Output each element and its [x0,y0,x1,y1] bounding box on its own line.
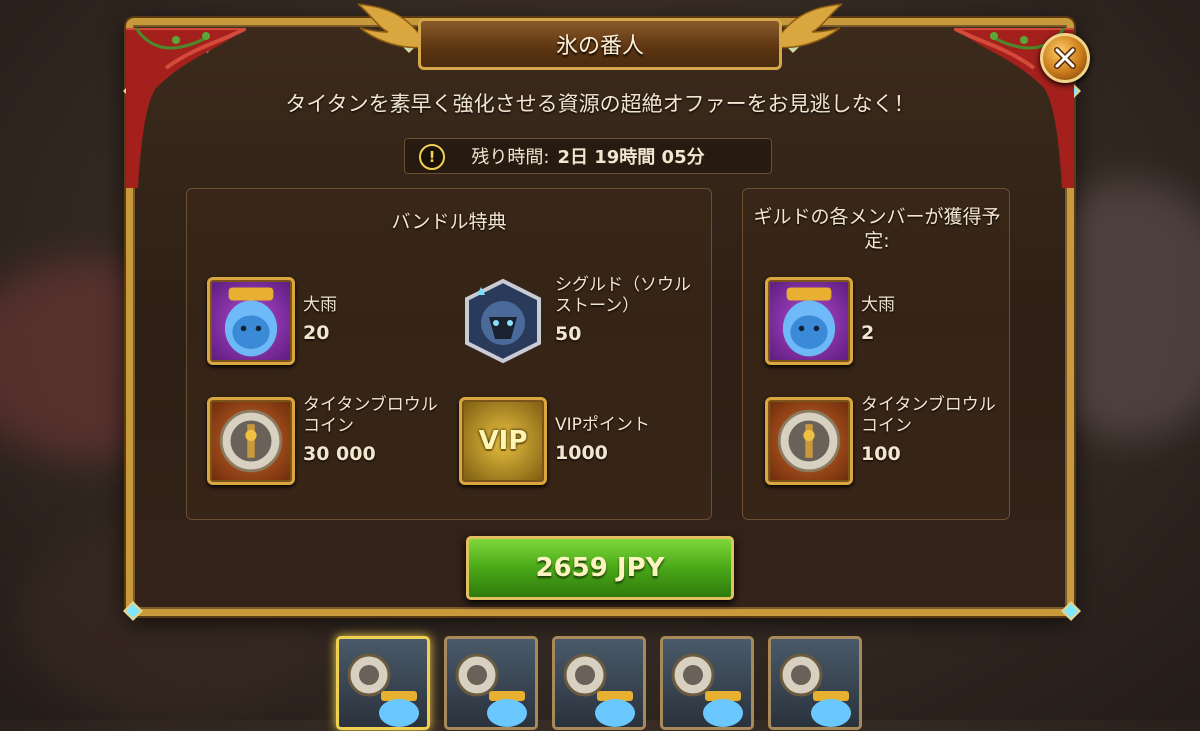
reward-item[interactable]: 大雨 2 [765,277,895,365]
bundle-thumbnail-icon [563,653,635,727]
bundle-thumbnail-icon [671,653,743,727]
titan-brawl-coin-icon [207,397,295,485]
reward-quantity: 30 000 [303,443,376,465]
reward-item[interactable]: タイタンブロウルコイン 100 [765,395,1001,485]
reward-item[interactable]: シグルド（ソウルストーン） 50 [459,275,695,365]
guild-rewards-title: ギルドの各メンバーが獲得予定: [753,206,1001,252]
reward-item[interactable]: VIP VIPポイント 1000 [459,397,650,485]
offer-title: 氷の番人 [418,18,782,70]
reward-name: タイタンブロウルコイン [303,395,438,436]
timer-value: 2日 19時間 05分 [557,147,705,168]
reward-name: シグルド（ソウルストーン） [555,275,691,316]
buy-button[interactable]: 2659 JPY [466,536,734,600]
offer-headline: タイタンを素早く強化させる資源の超絶オファーをお見逃しなく！ [285,92,915,116]
reward-quantity: 20 [303,322,330,344]
wing-right-ornament [772,3,842,49]
bundle-tab[interactable] [336,636,430,730]
reward-name: 大雨 [861,295,895,315]
bundle-tab[interactable] [660,636,754,730]
rain-jar-icon [207,277,295,365]
guild-rewards-box: ギルドの各メンバーが獲得予定: 大雨 2 タイタンブロウルコイン 100 [742,188,1010,520]
rain-jar-icon [765,277,853,365]
bundle-tab[interactable] [768,636,862,730]
sigurd-soulstone-icon [459,277,547,365]
vip-points-icon: VIP [459,397,547,485]
reward-name: 大雨 [303,295,337,315]
close-icon [1054,47,1076,69]
close-button[interactable] [1040,33,1090,83]
exclamation-icon: ! [419,144,445,170]
bundle-thumbnail-icon [347,653,419,727]
bundle-thumbnail-icon [779,653,851,727]
timer-label: 残り時間: [471,147,550,168]
bundle-rewards-title: バンドル特典 [391,211,507,233]
bundle-tab[interactable] [552,636,646,730]
reward-name: タイタンブロウルコイン [861,395,996,436]
bundle-thumbnail-icon [455,653,527,727]
reward-quantity: 2 [861,322,875,344]
reward-name: VIPポイント [555,415,650,435]
titan-brawl-coin-icon [765,397,853,485]
reward-item[interactable]: タイタンブロウルコイン 30 000 [207,395,453,485]
vip-badge-text: VIP [478,426,528,456]
reward-quantity: 100 [861,443,901,465]
bundle-tab[interactable] [444,636,538,730]
reward-item[interactable]: 大雨 20 [207,277,337,365]
reward-quantity: 50 [555,323,582,345]
bundle-rewards-box: バンドル特典 大雨 20 シグルド（ソウルストーン） 50 タイタンブロウルコイ… [186,188,712,520]
timer-box: ! 残り時間: 2日 19時間 05分 [404,138,772,174]
reward-quantity: 1000 [555,442,608,464]
